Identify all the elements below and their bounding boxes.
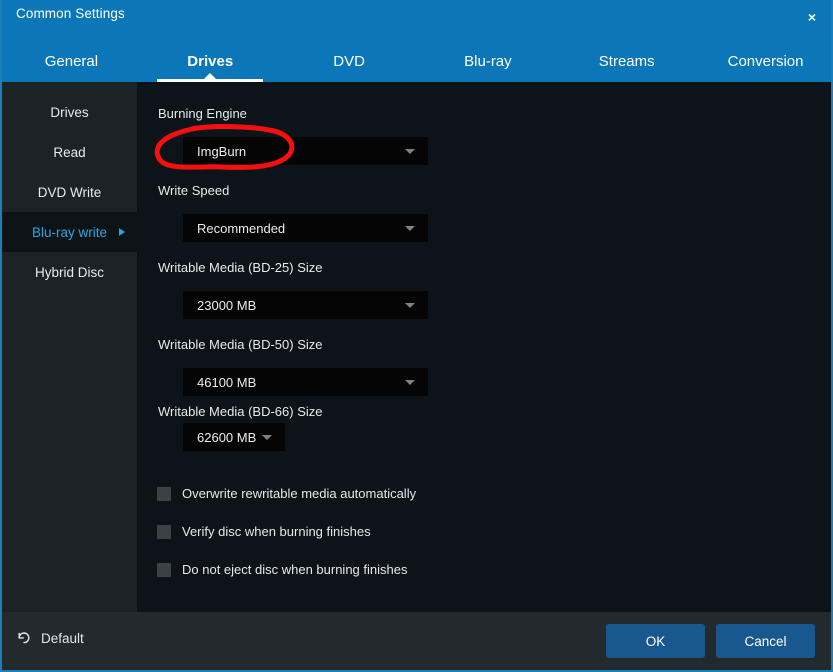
chevron-down-icon bbox=[405, 148, 415, 154]
bd25-size-value: 23000 MB bbox=[197, 297, 257, 313]
tab-general-label: General bbox=[44, 52, 99, 70]
common-settings-dialog: Common Settings × General Drives DVD Blu… bbox=[0, 0, 833, 672]
overwrite-rewritable-label: Overwrite rewritable media automatically bbox=[182, 486, 417, 501]
bd50-size-label: Writable Media (BD-50) Size bbox=[158, 337, 323, 352]
tab-dvd-label: DVD bbox=[333, 52, 365, 70]
sidebar-item-bluray-write[interactable]: Blu-ray write bbox=[2, 212, 137, 252]
do-not-eject-checkbox-row[interactable]: Do not eject disc when burning finishes bbox=[157, 562, 407, 577]
sidebar-item-read[interactable]: Read bbox=[2, 132, 137, 172]
tab-dvd[interactable]: DVD bbox=[280, 40, 419, 82]
sidebar-item-drives[interactable]: Drives bbox=[2, 92, 137, 132]
default-button-label: Default bbox=[41, 630, 84, 646]
close-icon[interactable]: × bbox=[797, 4, 827, 30]
ok-button[interactable]: OK bbox=[606, 624, 705, 658]
verify-disc-checkbox-row[interactable]: Verify disc when burning finishes bbox=[157, 524, 371, 539]
chevron-down-icon bbox=[405, 379, 415, 385]
title-bar: Common Settings × General Drives DVD Blu… bbox=[2, 0, 831, 82]
window-title: Common Settings bbox=[16, 6, 125, 21]
bd66-size-value: 62600 MB bbox=[197, 429, 257, 445]
sidebar-item-hybrid-disc[interactable]: Hybrid Disc bbox=[2, 252, 137, 292]
tab-bluray-label: Blu-ray bbox=[464, 52, 512, 70]
write-speed-value: Recommended bbox=[197, 220, 286, 236]
chevron-down-icon bbox=[262, 434, 272, 440]
cancel-button[interactable]: Cancel bbox=[716, 624, 815, 658]
sidebar-item-bluray-write-label: Blu-ray write bbox=[31, 224, 107, 240]
tab-general[interactable]: General bbox=[2, 40, 141, 82]
tab-streams-label: Streams bbox=[598, 52, 655, 70]
default-button[interactable]: Default bbox=[16, 630, 84, 646]
do-not-eject-label: Do not eject disc when burning finishes bbox=[182, 562, 408, 577]
write-speed-dropdown[interactable]: Recommended bbox=[183, 214, 428, 242]
chevron-down-icon bbox=[405, 302, 415, 308]
bd66-size-label: Writable Media (BD-66) Size bbox=[158, 404, 323, 419]
tab-conversion-label: Conversion bbox=[727, 52, 804, 70]
active-tab-notch-icon bbox=[204, 73, 217, 79]
ok-button-label: OK bbox=[645, 633, 666, 649]
bd66-size-dropdown[interactable]: 62600 MB bbox=[183, 423, 285, 451]
tab-bluray[interactable]: Blu-ray bbox=[418, 40, 557, 82]
sidebar-item-drives-label: Drives bbox=[50, 104, 89, 120]
burning-engine-dropdown[interactable]: ImgBurn bbox=[183, 137, 428, 165]
tab-conversion[interactable]: Conversion bbox=[696, 40, 831, 82]
burning-engine-value: ImgBurn bbox=[197, 143, 247, 159]
sidebar-item-read-label: Read bbox=[53, 144, 86, 160]
settings-sidebar: Drives Read DVD Write Blu-ray write Hybr… bbox=[2, 82, 137, 612]
bd50-size-value: 46100 MB bbox=[197, 374, 257, 390]
dialog-footer: Default OK Cancel bbox=[2, 612, 831, 670]
tab-drives[interactable]: Drives bbox=[141, 40, 280, 82]
do-not-eject-checkbox[interactable] bbox=[157, 562, 171, 577]
chevron-right-icon bbox=[119, 228, 125, 236]
verify-disc-checkbox[interactable] bbox=[157, 524, 171, 539]
overwrite-rewritable-checkbox-row[interactable]: Overwrite rewritable media automatically bbox=[157, 486, 416, 501]
cancel-button-label: Cancel bbox=[744, 633, 787, 649]
bd25-size-label: Writable Media (BD-25) Size bbox=[158, 260, 323, 275]
overwrite-rewritable-checkbox[interactable] bbox=[157, 486, 171, 501]
bd50-size-dropdown[interactable]: 46100 MB bbox=[183, 368, 428, 396]
chevron-down-icon bbox=[405, 225, 415, 231]
write-speed-label: Write Speed bbox=[158, 183, 230, 198]
tab-drives-label: Drives bbox=[187, 52, 234, 70]
reset-arrow-icon bbox=[18, 632, 30, 644]
burning-engine-label: Burning Engine bbox=[158, 106, 247, 121]
sidebar-item-hybrid-disc-label: Hybrid Disc bbox=[34, 264, 104, 280]
verify-disc-label: Verify disc when burning finishes bbox=[182, 524, 371, 539]
tab-streams[interactable]: Streams bbox=[557, 40, 696, 82]
tab-bar: General Drives DVD Blu-ray Streams Conve… bbox=[2, 40, 831, 82]
bd25-size-dropdown[interactable]: 23000 MB bbox=[183, 291, 428, 319]
settings-main-panel: Burning Engine ImgBurn Write Speed Recom… bbox=[137, 82, 831, 612]
sidebar-item-dvd-write-label: DVD Write bbox=[37, 184, 102, 200]
sidebar-item-dvd-write[interactable]: DVD Write bbox=[2, 172, 137, 212]
